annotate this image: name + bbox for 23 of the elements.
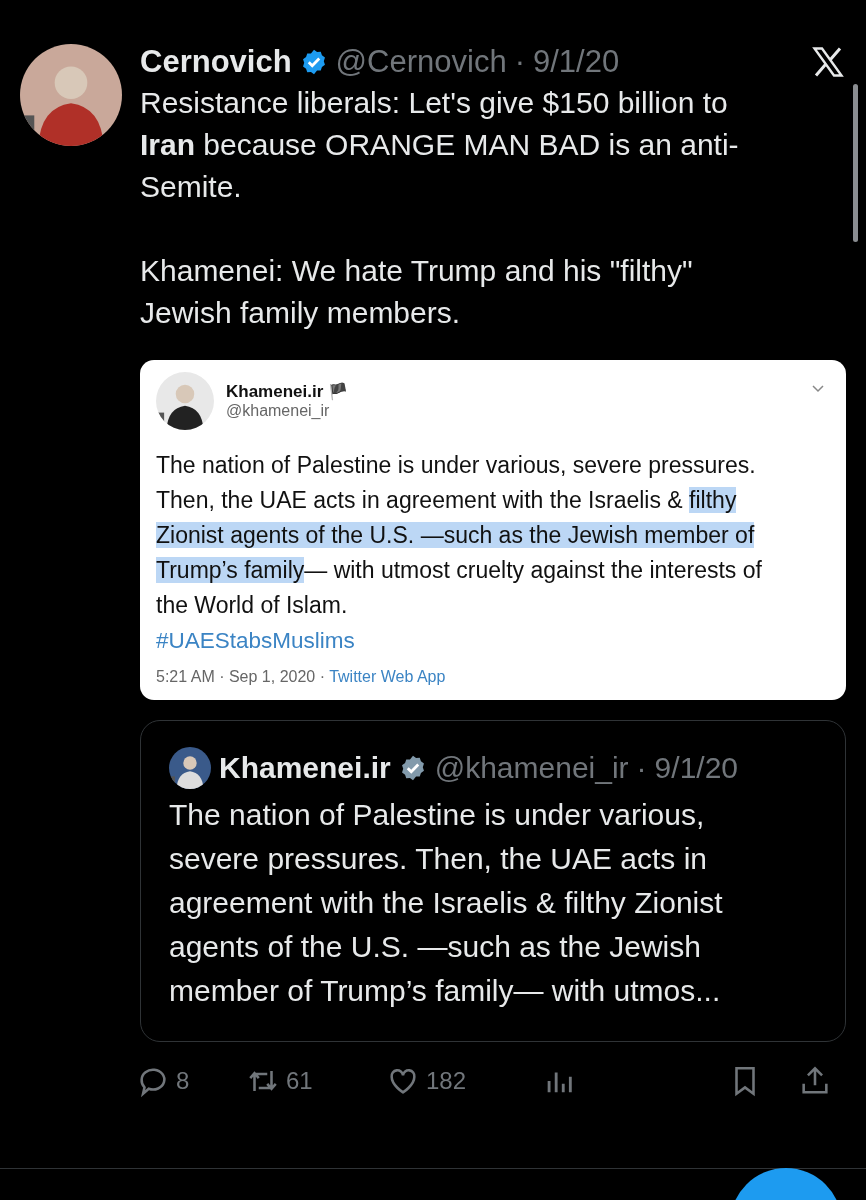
author-handle[interactable]: @Cernovich xyxy=(335,44,507,80)
separator-dot: · xyxy=(636,751,647,785)
post-date[interactable]: 9/1/20 xyxy=(532,44,620,80)
quoted-post-text: The nation of Palestine is under various, severe pressures. Then, the UAE acts in agreement with the Israelis & filthy Zionist agents of the U.S. —such as the Jewish member of Trump’s family— with utmos... xyxy=(169,797,724,1009)
scrollbar[interactable] xyxy=(853,84,858,242)
screenshot-author-handle: @khamenei_ir xyxy=(226,402,331,420)
x-logo-icon[interactable] xyxy=(810,44,846,80)
quoted-author-name: Khamenei.ir xyxy=(219,751,391,785)
reply-button[interactable]: 8 xyxy=(136,1064,246,1098)
separator-dot: · xyxy=(514,44,525,80)
hashtag-link: #UAEStabsMuslims xyxy=(156,627,356,655)
quoted-post-date: 9/1/20 xyxy=(654,751,739,785)
retweet-button[interactable]: 61 xyxy=(246,1064,386,1098)
like-button[interactable]: 182 xyxy=(386,1064,542,1098)
quoted-author-handle: @khamenei_ir xyxy=(434,751,629,785)
embedded-screenshot[interactable] xyxy=(140,360,846,700)
quoted-post-card[interactable] xyxy=(140,720,846,1042)
author-name[interactable]: Cernovich xyxy=(140,44,292,80)
screenshot-author-name: Khamenei.ir xyxy=(226,382,324,401)
post-text: Resistance liberals: Let's give $150 billion to Iran because ORANGE MAN BAD is an anti-Semite. Khamenei: We hate Trump and his "filthy" Jewish family members. xyxy=(140,85,740,331)
flag-icon: 🏴 xyxy=(327,383,348,400)
screenshot-timestamp: 5:21 AM · Sep 1, 2020 · xyxy=(156,668,326,685)
source-link: Twitter Web App xyxy=(329,668,446,685)
